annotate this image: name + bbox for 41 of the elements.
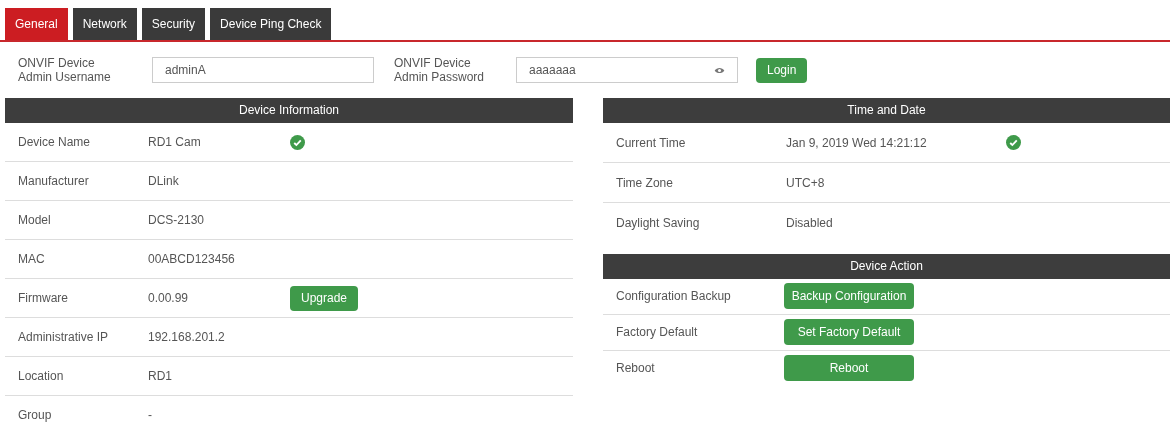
field-label: Administrative IP bbox=[18, 330, 110, 344]
field-label: Location bbox=[18, 369, 65, 383]
field-value: 00ABCD123456 bbox=[148, 252, 236, 266]
section-header: Device Information bbox=[5, 98, 573, 123]
field-value: Jan 9, 2019 Wed 14:21:12 bbox=[786, 135, 928, 150]
field-label: Firmware bbox=[18, 291, 69, 305]
field-label: MAC bbox=[18, 252, 46, 266]
action-label: Reboot bbox=[616, 360, 656, 375]
field-label: Model bbox=[18, 213, 52, 227]
tab[interactable]: Network bbox=[72, 8, 137, 40]
field-value: 0.00.99 bbox=[148, 291, 190, 305]
field-value: UTC+8 bbox=[786, 175, 826, 190]
field-value: Disabled bbox=[786, 215, 834, 230]
username-field[interactable]: adminA bbox=[152, 57, 374, 83]
tab[interactable]: General bbox=[5, 8, 68, 40]
password-field[interactable]: aaaaaaa bbox=[516, 57, 738, 83]
field-value: RD1 Cam bbox=[148, 135, 202, 149]
field-value: 192.168.201.2 bbox=[148, 330, 226, 344]
field-value: - bbox=[148, 408, 153, 422]
field-label: Daylight Saving bbox=[616, 215, 701, 230]
field-label: Device Name bbox=[18, 135, 92, 149]
upgrade-button[interactable]: Upgrade bbox=[290, 285, 359, 311]
username-label: ONVIF Device Admin Username bbox=[18, 56, 112, 84]
field-label: Manufacturer bbox=[18, 174, 90, 188]
action-label: Configuration Backup bbox=[616, 288, 732, 303]
field-value: DCS-2130 bbox=[148, 213, 206, 227]
action-label: Factory Default bbox=[616, 324, 699, 339]
tab[interactable]: Device Ping Check bbox=[210, 8, 332, 40]
section-header: Time and Date bbox=[603, 98, 1170, 123]
login-button[interactable]: Login bbox=[756, 57, 808, 83]
action-button[interactable]: Set Factory Default bbox=[784, 319, 914, 345]
field-value: DLink bbox=[148, 174, 180, 188]
field-label: Time Zone bbox=[616, 175, 674, 190]
field-label: Current Time bbox=[616, 135, 687, 150]
field-value: RD1 bbox=[148, 369, 173, 383]
field-label: Group bbox=[18, 408, 53, 422]
section-header: Device Action bbox=[603, 254, 1170, 279]
password-label: ONVIF Device Admin Password bbox=[394, 56, 486, 84]
action-button[interactable]: Backup Configuration bbox=[784, 283, 914, 309]
tab[interactable]: Security bbox=[141, 8, 206, 40]
action-button[interactable]: Reboot bbox=[784, 355, 914, 381]
